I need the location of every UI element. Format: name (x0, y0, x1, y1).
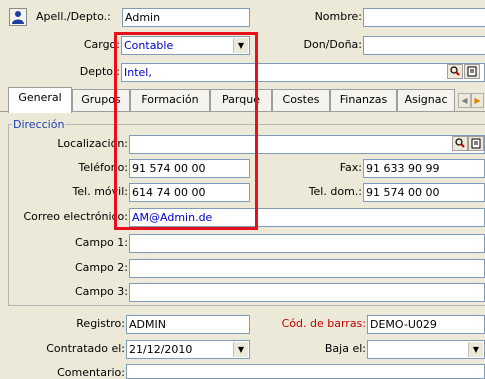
cargo-label: Cargo: (83, 38, 120, 51)
apell-input[interactable]: Admin (122, 8, 250, 27)
dropdown-arrow-icon[interactable]: ▼ (468, 342, 483, 357)
campo2-label: Campo 2: (74, 261, 128, 274)
contratado-select[interactable]: 21/12/2010 ▼ (126, 340, 250, 359)
nombre-input[interactable] (363, 8, 485, 27)
contratado-label: Contratado el: (46, 342, 125, 355)
telefono-input[interactable]: 91 574 00 00 (129, 159, 250, 178)
campo1-label: Campo 1: (74, 236, 128, 249)
baja-select[interactable]: ▼ (367, 340, 485, 359)
registro-label: Registro: (76, 317, 125, 330)
tab-parque[interactable]: Parque (210, 89, 272, 111)
telefono-label: Teléfono: (78, 161, 128, 174)
apell-label: Apell./Depto.: (36, 10, 111, 23)
details-icon[interactable] (464, 64, 480, 79)
depto-input[interactable]: Intel, (121, 63, 485, 82)
movil-input[interactable]: 614 74 00 00 (129, 183, 250, 202)
campo2-input[interactable] (129, 259, 485, 278)
baja-label: Baja el: (324, 342, 366, 355)
depto-label: Depto.: (79, 65, 120, 78)
registro-input[interactable]: ADMIN (126, 315, 250, 334)
user-icon[interactable] (9, 8, 27, 26)
tab-formacion[interactable]: Formación (130, 89, 210, 111)
tab-asignac[interactable]: Asignac (397, 89, 455, 111)
search-icon[interactable] (452, 136, 468, 151)
movil-label: Tel. móvil: (72, 185, 128, 198)
comentario-input[interactable] (126, 364, 485, 379)
don-label: Don/Doña: (303, 38, 363, 51)
campo3-input[interactable] (129, 283, 485, 302)
tab-grupos[interactable]: Grupos (72, 89, 130, 111)
tab-general[interactable]: General (8, 87, 72, 113)
details-icon[interactable] (468, 136, 484, 151)
correo-input[interactable]: AM@Admin.de (129, 208, 485, 227)
cargo-value: Contable (124, 39, 174, 52)
localizacion-label: Localización: (57, 137, 128, 150)
localizacion-input[interactable] (129, 135, 485, 154)
teldom-label: Tel. dom.: (308, 185, 362, 198)
correo-label: Correo electrónico: (23, 210, 129, 223)
direccion-section-label: Dirección (12, 118, 66, 131)
barras-input[interactable]: DEMO-U029 (367, 315, 485, 334)
campo3-label: Campo 3: (74, 285, 128, 298)
tab-scroll-left-icon[interactable]: ◀ (458, 93, 471, 108)
search-icon[interactable] (447, 64, 463, 79)
depto-value: Intel, (124, 66, 152, 79)
dropdown-arrow-icon[interactable]: ▼ (233, 38, 248, 53)
tab-costes[interactable]: Costes (272, 89, 330, 111)
contratado-value: 21/12/2010 (129, 343, 193, 356)
campo1-input[interactable] (129, 234, 485, 253)
fax-input[interactable]: 91 633 90 99 (363, 159, 485, 178)
cargo-select[interactable]: Contable ▼ (121, 36, 250, 55)
tab-scroll-right-icon[interactable]: ▶ (471, 93, 484, 108)
dropdown-arrow-icon[interactable]: ▼ (233, 342, 248, 357)
don-select[interactable] (363, 36, 485, 55)
nombre-label: Nombre: (314, 10, 362, 23)
comentario-label: Comentario: (57, 366, 125, 379)
teldom-input[interactable]: 91 574 00 00 (363, 183, 485, 202)
fax-label: Fax: (339, 161, 362, 174)
tab-finanzas[interactable]: Finanzas (330, 89, 397, 111)
barras-label: Cód. de barras: (281, 317, 366, 330)
